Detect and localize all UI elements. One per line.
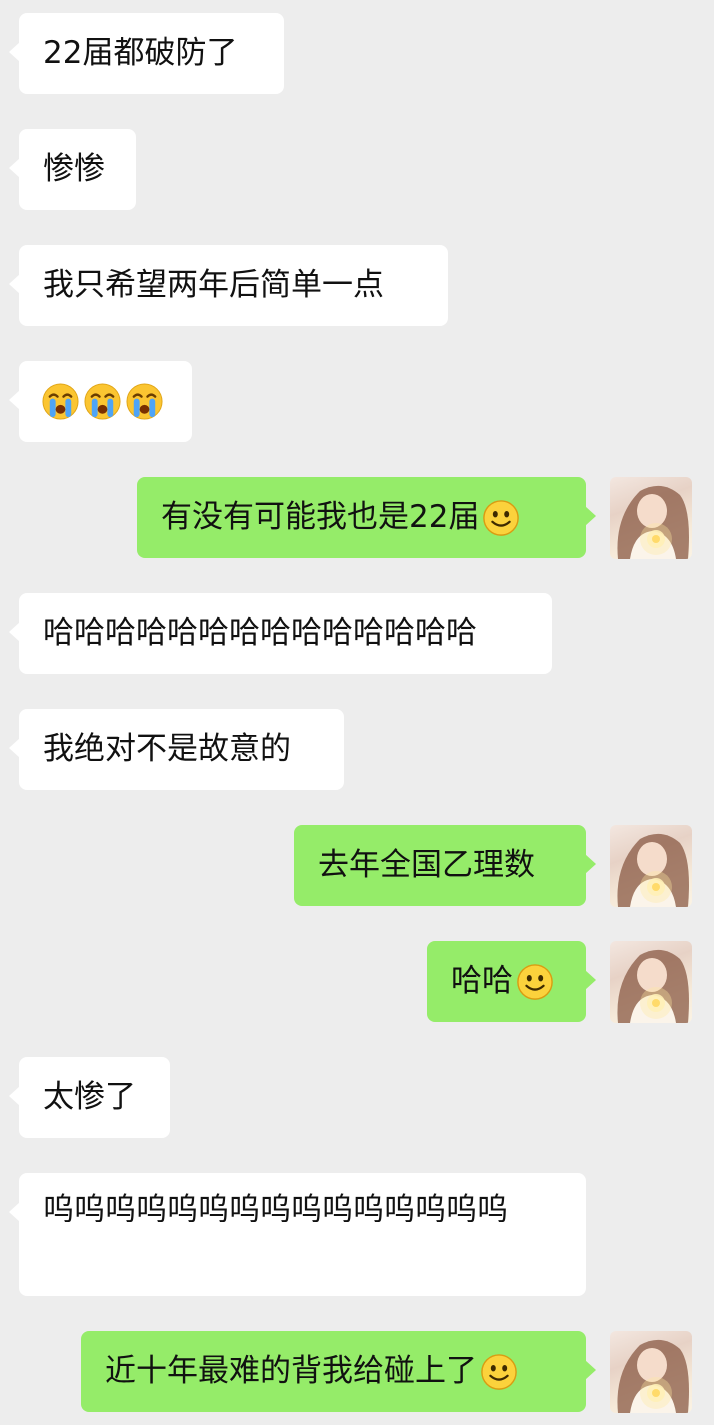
outgoing-message-bubble[interactable]: 有没有可能我也是22届: [137, 477, 596, 558]
message-text: 惨惨: [43, 151, 105, 187]
outgoing-message-bubble[interactable]: 近十年最难的背我给碰上了: [81, 1331, 596, 1412]
smiling-face-icon: [516, 963, 554, 1001]
incoming-message-bubble[interactable]: 呜呜呜呜呜呜呜呜呜呜呜呜呜呜呜: [9, 1173, 586, 1296]
smiling-face-icon: [482, 499, 520, 537]
outgoing-message-bubble[interactable]: 哈哈: [427, 941, 596, 1022]
incoming-message-bubble[interactable]: 惨惨: [9, 129, 136, 210]
user-avatar[interactable]: [610, 1331, 692, 1413]
user-avatar[interactable]: [610, 825, 692, 907]
incoming-message-bubble[interactable]: [9, 361, 192, 442]
message-text: 呜呜呜呜呜呜呜呜呜呜呜呜呜呜呜: [43, 1192, 508, 1228]
outgoing-message-bubble[interactable]: 去年全国乙理数: [294, 825, 596, 906]
user-avatar[interactable]: [610, 941, 692, 1023]
message-text: 有没有可能我也是22届: [161, 499, 480, 535]
incoming-message-bubble[interactable]: 22届都破防了: [9, 13, 284, 94]
loudly-crying-face-icon: [41, 382, 80, 421]
message-text: 太惨了: [43, 1079, 136, 1115]
message-text: 22届都破防了: [43, 35, 238, 71]
message-text: 我只希望两年后简单一点: [43, 267, 384, 303]
chat-message-list[interactable]: 22届都破防了 惨惨 我只希望两年后简单一点 有没有可能我也是22届 哈哈哈哈哈…: [0, 0, 714, 1425]
message-text: 去年全国乙理数: [318, 847, 535, 883]
loudly-crying-face-icon: [125, 382, 164, 421]
incoming-message-bubble[interactable]: 我只希望两年后简单一点: [9, 245, 448, 326]
message-text: 哈哈: [451, 963, 513, 999]
user-avatar[interactable]: [610, 477, 692, 559]
loudly-crying-face-icon: [83, 382, 122, 421]
incoming-message-bubble[interactable]: 我绝对不是故意的: [9, 709, 344, 790]
message-text: 近十年最难的背我给碰上了: [105, 1353, 477, 1389]
incoming-message-bubble[interactable]: 哈哈哈哈哈哈哈哈哈哈哈哈哈哈: [9, 593, 552, 674]
smiling-face-icon: [480, 1353, 518, 1391]
message-text: 哈哈哈哈哈哈哈哈哈哈哈哈哈哈: [43, 615, 477, 651]
incoming-message-bubble[interactable]: 太惨了: [9, 1057, 170, 1138]
message-text: 我绝对不是故意的: [43, 731, 291, 767]
